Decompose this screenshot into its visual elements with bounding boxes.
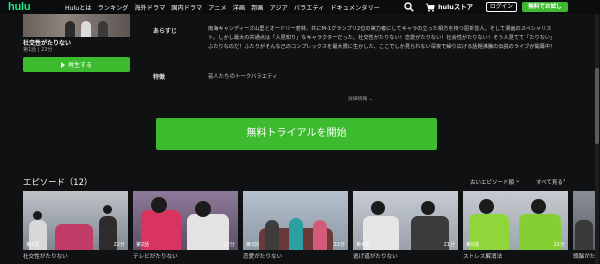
- episode-duration: 21分: [443, 242, 455, 248]
- scrollbar-thumb[interactable]: [595, 68, 599, 144]
- episode-title[interactable]: 逃げ道がたりない: [353, 252, 398, 260]
- search-icon[interactable]: [404, 2, 414, 12]
- episodes-header: エピソード（12）: [23, 177, 93, 187]
- show-thumbnail[interactable]: [23, 14, 130, 37]
- nav-menu: Huluとは ランキング 海外ドラマ 国内ドラマ アニメ 洋画 邦画 アジア バ…: [65, 0, 386, 14]
- cart-icon[interactable]: [425, 2, 435, 12]
- episode-card[interactable]: 第2話 22分: [133, 191, 238, 250]
- synopsis-label: あらすじ: [153, 28, 177, 35]
- login-button[interactable]: ログイン: [486, 2, 517, 12]
- episode-number: 第1話: [26, 242, 40, 248]
- nav-item-domestic-drama[interactable]: 国内ドラマ: [171, 3, 202, 12]
- feature-label: 特徴: [153, 74, 166, 81]
- feature-text: 芸人たちのトークバラエティ: [208, 74, 278, 80]
- hulu-logo[interactable]: hulu: [8, 0, 31, 14]
- nav-item-western-movies[interactable]: 洋画: [233, 3, 245, 12]
- episode-number: 第2話: [136, 242, 150, 248]
- episode-title[interactable]: ストレス解消法: [463, 252, 502, 260]
- episode-card[interactable]: 第5話 21分: [463, 191, 568, 250]
- show-meta: 第1話 | 22分: [23, 47, 53, 53]
- sort-dropdown[interactable]: 古いエピソード順: [470, 178, 514, 186]
- chevron-down-icon[interactable]: ⌄: [515, 177, 520, 184]
- play-button[interactable]: 再生する: [23, 57, 130, 72]
- episode-duration: 22分: [333, 242, 345, 248]
- episode-number: 第3話: [246, 242, 260, 248]
- episode-title[interactable]: 社交性がたりない: [23, 252, 68, 260]
- nav-item-variety[interactable]: バラエティ: [294, 3, 325, 12]
- episode-duration: 22分: [113, 242, 125, 248]
- episode-number: 第5話: [466, 242, 480, 248]
- free-trial-top-button[interactable]: 無料でお試し: [522, 2, 568, 12]
- view-all-link[interactable]: すべて見る: [536, 178, 563, 186]
- episode-card[interactable]: 第4話 21分: [353, 191, 458, 250]
- chevron-right-icon[interactable]: ›: [563, 177, 565, 184]
- episode-title[interactable]: テレビがたりない: [133, 252, 178, 260]
- nav-item-ranking[interactable]: ランキング: [98, 3, 129, 12]
- nav-item-anime[interactable]: アニメ: [208, 3, 226, 12]
- nav-item-asia[interactable]: アジア: [269, 3, 287, 12]
- episode-card[interactable]: 第1話 22分: [23, 191, 128, 250]
- episode-title[interactable]: 恋愛がたりない: [243, 252, 282, 260]
- episode-number: 第4話: [356, 242, 370, 248]
- hulu-store-link[interactable]: huluストア: [438, 0, 473, 14]
- episode-duration: 22分: [223, 242, 235, 248]
- nav-item-japanese-movies[interactable]: 邦画: [251, 3, 263, 12]
- details-toggle[interactable]: 詳細情報 ⌄: [348, 95, 373, 102]
- episode-card[interactable]: [573, 191, 595, 250]
- top-nav: hulu Huluとは ランキング 海外ドラマ 国内ドラマ アニメ 洋画 邦画 …: [0, 0, 600, 14]
- episode-duration: 21分: [553, 242, 565, 248]
- episode-title[interactable]: 頭脳がたりない: [573, 252, 595, 260]
- nav-item-documentary[interactable]: ドキュメンタリー: [330, 3, 380, 12]
- nav-item-foreign-drama[interactable]: 海外ドラマ: [134, 3, 165, 12]
- nav-item-about[interactable]: Huluとは: [65, 3, 92, 12]
- synopsis-text: 南海キャンディーズ山里とオードリー若林、共にM-1グランプリ2位の実力者にしてキ…: [208, 26, 556, 51]
- play-button-label: 再生する: [67, 62, 92, 69]
- episode-card[interactable]: 第3話 22分: [243, 191, 348, 250]
- play-icon: [60, 61, 65, 68]
- start-free-trial-button[interactable]: 無料トライアルを開始: [156, 118, 437, 150]
